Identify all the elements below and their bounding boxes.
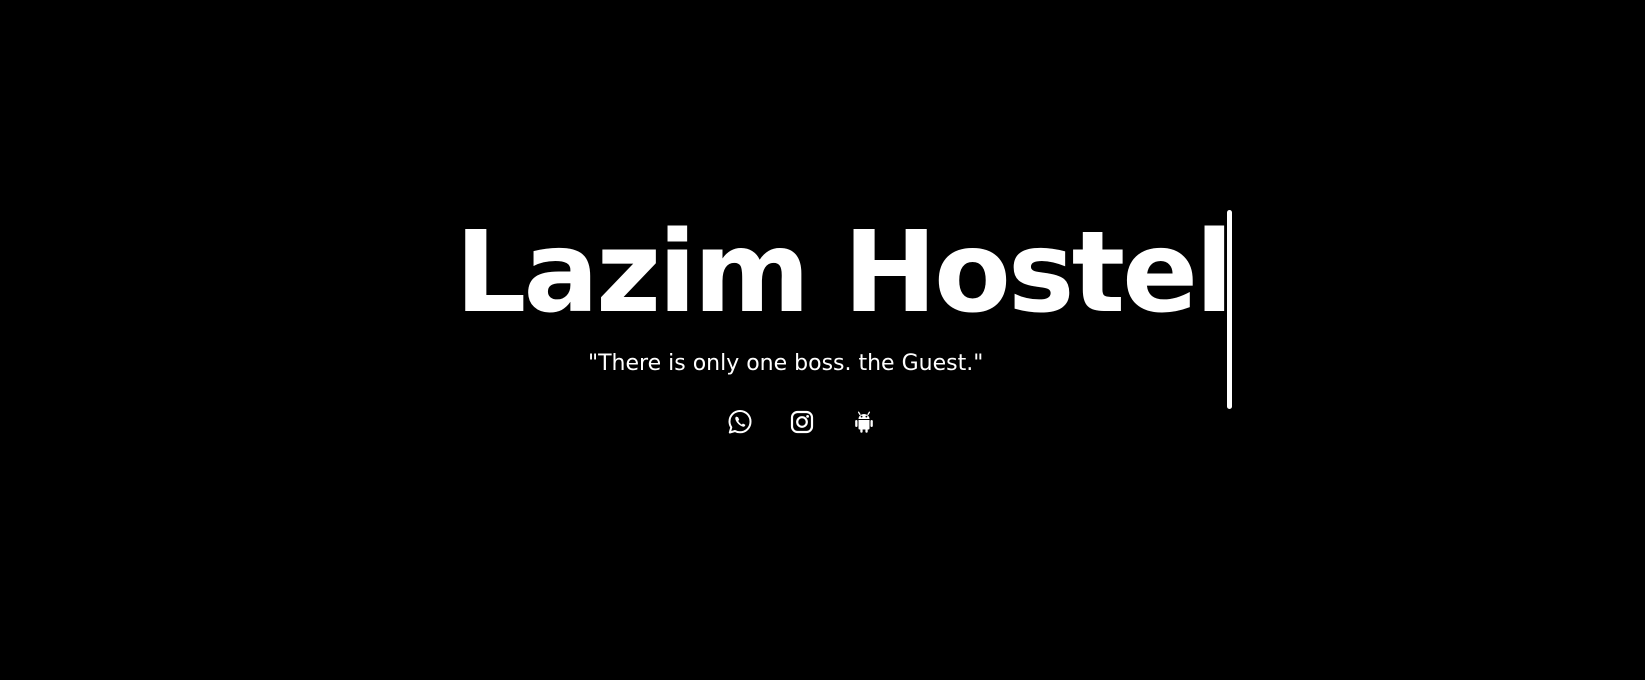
whatsapp-link[interactable] — [726, 408, 754, 436]
android-icon — [855, 411, 873, 433]
typing-cursor — [1227, 210, 1232, 409]
instagram-icon — [790, 410, 814, 434]
instagram-link[interactable] — [788, 408, 816, 436]
social-links — [726, 408, 878, 436]
android-link[interactable] — [850, 408, 878, 436]
hero-section: Lazim Hostel "There is only one boss. th… — [0, 0, 1645, 680]
whatsapp-icon — [728, 410, 752, 434]
hero-title: Lazim Hostel — [455, 208, 1233, 338]
hero-tagline: "There is only one boss. the Guest." — [588, 351, 984, 376]
